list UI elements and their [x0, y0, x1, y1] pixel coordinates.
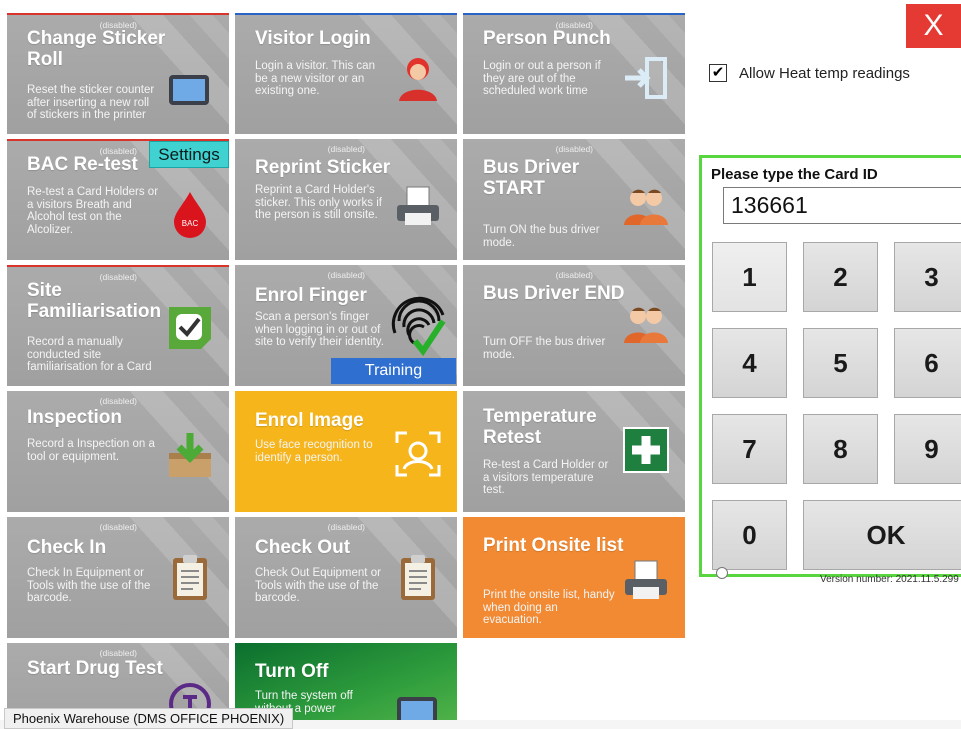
radio-button[interactable] — [716, 567, 728, 579]
printer-icon — [397, 186, 439, 225]
blood-drop-icon: BAC — [174, 192, 206, 238]
card-id-label: Please type the Card ID — [711, 166, 878, 183]
tile-description: Scan a person's finger when logging in o… — [255, 311, 384, 348]
tile-description: Turn OFF the bus driver mode. — [483, 336, 606, 361]
clipboard-icon — [401, 555, 435, 600]
first-aid-icon — [623, 427, 669, 473]
card-id-keypad: Please type the Card ID 136661 1 2 3 4 5… — [699, 155, 961, 577]
tile-description: Record a Inspection on a tool or equipme… — [27, 438, 155, 463]
tile-description: Record a manually conducted site familia… — [27, 336, 152, 373]
tile-description: Check In Equipment or Tools with the use… — [27, 567, 151, 604]
person-icon — [399, 58, 437, 101]
tile-site-familiarisation[interactable]: (disabled) Site Familiarisation Record a… — [7, 265, 229, 386]
bac-text: BAC — [182, 219, 199, 228]
allow-heat-temp-checkbox-row[interactable]: ✔ Allow Heat temp readings — [709, 64, 910, 82]
tile-inspection[interactable]: (disabled) Inspection Record a Inspectio… — [7, 391, 229, 512]
tile-description: Check Out Equipment or Tools with the us… — [255, 567, 381, 604]
tile-title: Person Punch — [483, 28, 611, 49]
close-button[interactable]: X — [906, 4, 961, 48]
version-number: Version number: 2021.11.5.299 — [820, 574, 959, 585]
tile-title: Start Drug Test — [27, 658, 163, 679]
tile-enrol-image[interactable]: Enrol Image Use face recognition to iden… — [235, 391, 457, 512]
disabled-label: (disabled) — [555, 270, 593, 280]
tile-title: Check Out — [255, 537, 351, 558]
tile-title: Check In — [27, 537, 107, 558]
clipboard-icon — [173, 555, 207, 600]
key-1[interactable]: 1 — [712, 242, 787, 312]
tile-title: Visitor Login — [255, 28, 371, 49]
tile-title: Turn Off — [255, 661, 329, 682]
disabled-label: (disabled) — [99, 522, 137, 532]
tile-description: Re-test a Card Holders or a visitors Bre… — [27, 186, 159, 236]
checkbox-icon — [169, 307, 211, 349]
disabled-label: (disabled) — [327, 270, 365, 280]
tile-description: Re-test a Card Holder or a visitors temp… — [483, 459, 609, 496]
tile-title: Bus Driver END — [483, 283, 625, 304]
tile-title: Bus Driver START — [483, 157, 580, 199]
door-enter-icon — [625, 57, 667, 99]
tile-title: Reprint Sticker — [255, 157, 391, 178]
tile-description: Reset the sticker counter after insertin… — [27, 84, 155, 121]
key-5[interactable]: 5 — [803, 328, 878, 398]
tile-description: Turn ON the bus driver mode. — [483, 224, 600, 249]
tile-bus-driver-end[interactable]: (disabled) Bus Driver END Turn OFF the b… — [463, 265, 685, 386]
tile-description: Use face recognition to identify a perso… — [255, 439, 373, 464]
allow-heat-label: Allow Heat temp readings — [739, 64, 910, 82]
key-7[interactable]: 7 — [712, 414, 787, 484]
key-6[interactable]: 6 — [894, 328, 961, 398]
people-icon — [624, 307, 668, 343]
fingerprint-icon — [391, 296, 446, 357]
disabled-label: (disabled) — [555, 144, 593, 154]
key-8[interactable]: 8 — [803, 414, 878, 484]
key-2[interactable]: 2 — [803, 242, 878, 312]
tile-visitor-login[interactable]: Visitor Login Login a visitor. This can … — [235, 13, 457, 134]
disabled-label: (disabled) — [327, 144, 365, 154]
tile-title: Print Onsite list — [483, 535, 624, 556]
tile-reprint-sticker[interactable]: (disabled) Reprint Sticker Reprint a Car… — [235, 139, 457, 260]
tile-title: Temperature Retest — [483, 406, 597, 448]
tile-temperature-retest[interactable]: Temperature Retest Re-test a Card Holder… — [463, 391, 685, 512]
tile-title: Enrol Image — [255, 410, 364, 431]
disabled-label: (disabled) — [99, 396, 137, 406]
tablet-icon — [169, 75, 209, 105]
key-3[interactable]: 3 — [894, 242, 961, 312]
status-bar-location: Phoenix Warehouse (DMS OFFICE PHOENIX) — [4, 708, 294, 729]
tile-print-onsite-list[interactable]: Print Onsite list Print the onsite list,… — [463, 517, 685, 638]
tile-title: Site Familiarisation — [27, 280, 162, 322]
key-4[interactable]: 4 — [712, 328, 787, 398]
tile-description: Print the onsite list, handy when doing … — [483, 589, 615, 626]
inbox-download-icon — [169, 433, 211, 477]
allow-heat-checkbox[interactable]: ✔ — [709, 64, 727, 82]
tile-description: Login or out a person if they are out of… — [483, 60, 601, 97]
printer-icon — [625, 560, 667, 599]
tile-check-out[interactable]: (disabled) Check Out Check Out Equipment… — [235, 517, 457, 638]
disabled-label: (disabled) — [327, 522, 365, 532]
face-scan-icon — [395, 431, 441, 477]
ok-button[interactable]: OK — [803, 500, 961, 570]
training-button[interactable]: Training — [331, 358, 456, 384]
settings-button[interactable]: Settings — [149, 141, 229, 168]
card-id-input[interactable]: 136661 — [723, 187, 961, 224]
key-9[interactable]: 9 — [894, 414, 961, 484]
tile-change-sticker-roll[interactable]: (disabled) Change Sticker Roll Reset the… — [7, 13, 229, 134]
disabled-label: (disabled) — [99, 648, 137, 658]
key-0[interactable]: 0 — [712, 500, 787, 570]
tile-title: Inspection — [27, 407, 123, 428]
tile-title: Change Sticker Roll — [27, 28, 166, 70]
tile-description: Reprint a Card Holder's sticker. This on… — [255, 184, 382, 221]
people-icon — [624, 189, 668, 225]
tile-description: Login a visitor. This can be a new visit… — [255, 60, 375, 97]
tile-bus-driver-start[interactable]: (disabled) Bus Driver START Turn ON the … — [463, 139, 685, 260]
tile-person-punch[interactable]: (disabled) Person Punch Login or out a p… — [463, 13, 685, 134]
tile-check-in[interactable]: (disabled) Check In Check In Equipment o… — [7, 517, 229, 638]
